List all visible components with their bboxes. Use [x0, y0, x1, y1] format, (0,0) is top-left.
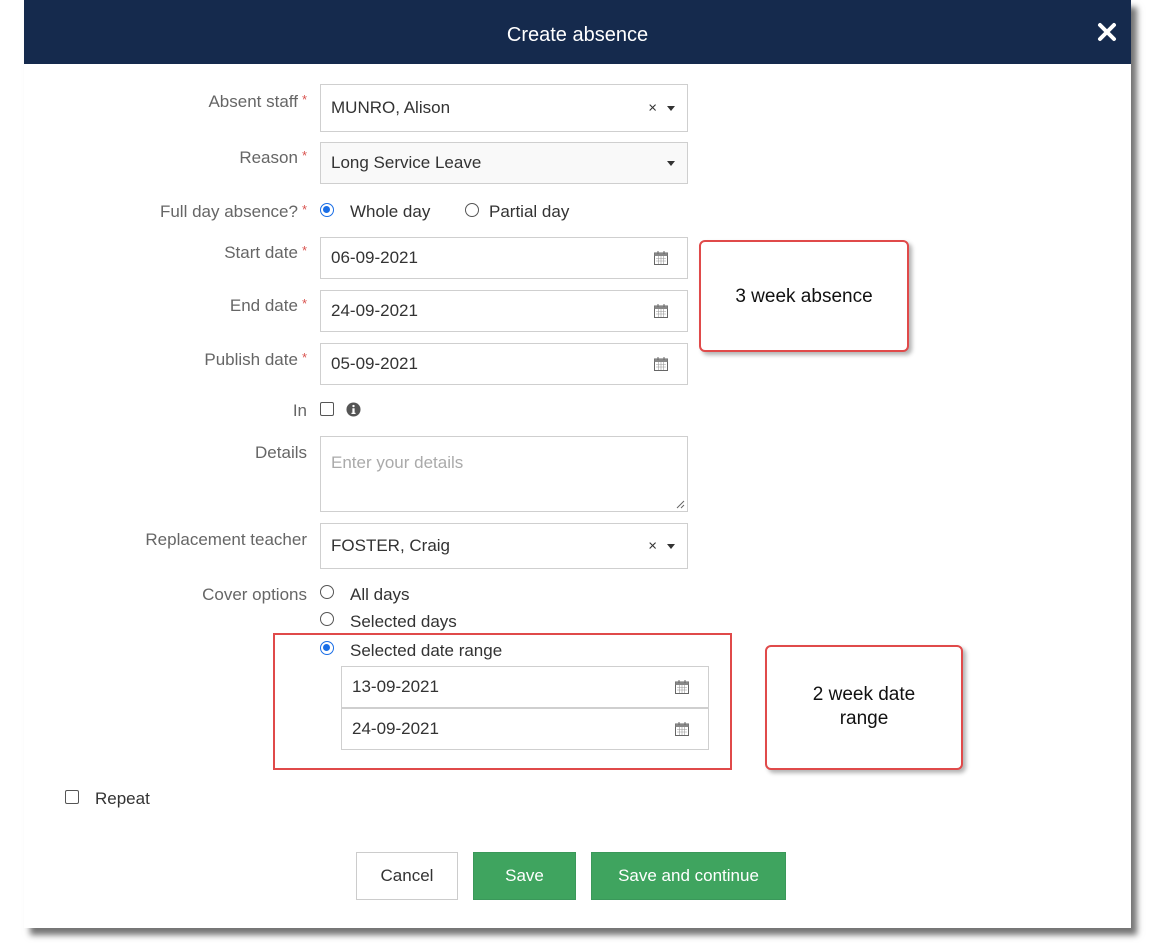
close-icon[interactable]	[1095, 20, 1119, 44]
create-absence-dialog: Create absence Absent staff * MUNRO, Alis…	[24, 0, 1131, 928]
details-placeholder: Enter your details	[331, 453, 464, 472]
publish-date-label: Publish date *	[204, 350, 307, 369]
date-range-callout-line1: 2 week date	[812, 684, 916, 705]
cancel-button[interactable]: Cancel	[356, 852, 458, 900]
in-checkbox[interactable]	[320, 402, 334, 416]
reason-value: Long Service Leave	[331, 153, 482, 172]
in-label: In	[292, 401, 307, 420]
details-label: Details	[255, 443, 307, 462]
reason-select[interactable]: Long Service Leave	[320, 142, 688, 184]
save-button[interactable]: Save	[473, 852, 576, 900]
selected-days-label: Selected days	[350, 612, 457, 631]
repeat-label: Repeat	[95, 789, 150, 808]
date-range-callout: 2 week date range	[765, 645, 963, 770]
cover-options-label: Cover options	[202, 585, 307, 604]
start-date-input[interactable]: 06-09-2021	[320, 237, 688, 279]
end-date-input[interactable]: 24-09-2021	[320, 290, 688, 332]
details-textarea[interactable]: Enter your details	[320, 436, 688, 512]
dialog-header: Create absence	[24, 0, 1131, 64]
end-date-value: 24-09-2021	[331, 301, 418, 320]
partial-day-radio[interactable]	[465, 203, 479, 217]
start-date-label: Start date *	[224, 243, 307, 262]
date-range-callout-line2: range	[839, 708, 889, 729]
absence-callout-text: 3 week absence	[735, 286, 873, 307]
all-days-radio[interactable]	[320, 585, 334, 599]
whole-day-radio[interactable]	[320, 203, 334, 217]
publish-date-value: 05-09-2021	[331, 354, 418, 373]
date-range-highlight	[273, 633, 732, 770]
chevron-down-icon	[667, 161, 675, 166]
calendar-icon[interactable]	[653, 303, 669, 319]
replacement-teacher-label: Replacement teacher	[145, 530, 307, 549]
absent-staff-value: MUNRO, Alison	[331, 98, 451, 117]
all-days-label: All days	[350, 585, 410, 604]
replacement-teacher-value: FOSTER, Craig	[331, 536, 451, 555]
full-day-label: Full day absence? *	[159, 202, 307, 221]
replacement-teacher-select[interactable]: FOSTER, Craig ×	[320, 523, 688, 569]
absence-callout: 3 week absence	[699, 240, 909, 352]
chevron-down-icon	[667, 544, 675, 549]
absent-staff-label: Absent staff *	[208, 92, 307, 111]
resize-handle-icon[interactable]	[675, 499, 685, 509]
save-and-continue-button[interactable]: Save and continue	[591, 852, 786, 900]
selected-days-radio[interactable]	[320, 612, 334, 626]
reason-label: Reason *	[239, 148, 307, 167]
repeat-checkbox[interactable]	[65, 790, 79, 804]
chevron-down-icon	[667, 106, 675, 111]
replacement-clear-icon[interactable]: ×	[648, 538, 657, 555]
end-date-label: End date *	[229, 296, 307, 315]
info-icon[interactable]	[346, 402, 361, 417]
partial-day-label: Partial day	[489, 202, 570, 221]
absent-staff-clear-icon[interactable]: ×	[648, 100, 657, 117]
start-date-value: 06-09-2021	[331, 248, 418, 267]
calendar-icon[interactable]	[653, 250, 669, 266]
absent-staff-select[interactable]: MUNRO, Alison ×	[320, 84, 688, 132]
publish-date-input[interactable]: 05-09-2021	[320, 343, 688, 385]
whole-day-label: Whole day	[350, 202, 431, 221]
dialog-title: Create absence	[506, 24, 649, 46]
calendar-icon[interactable]	[653, 356, 669, 372]
